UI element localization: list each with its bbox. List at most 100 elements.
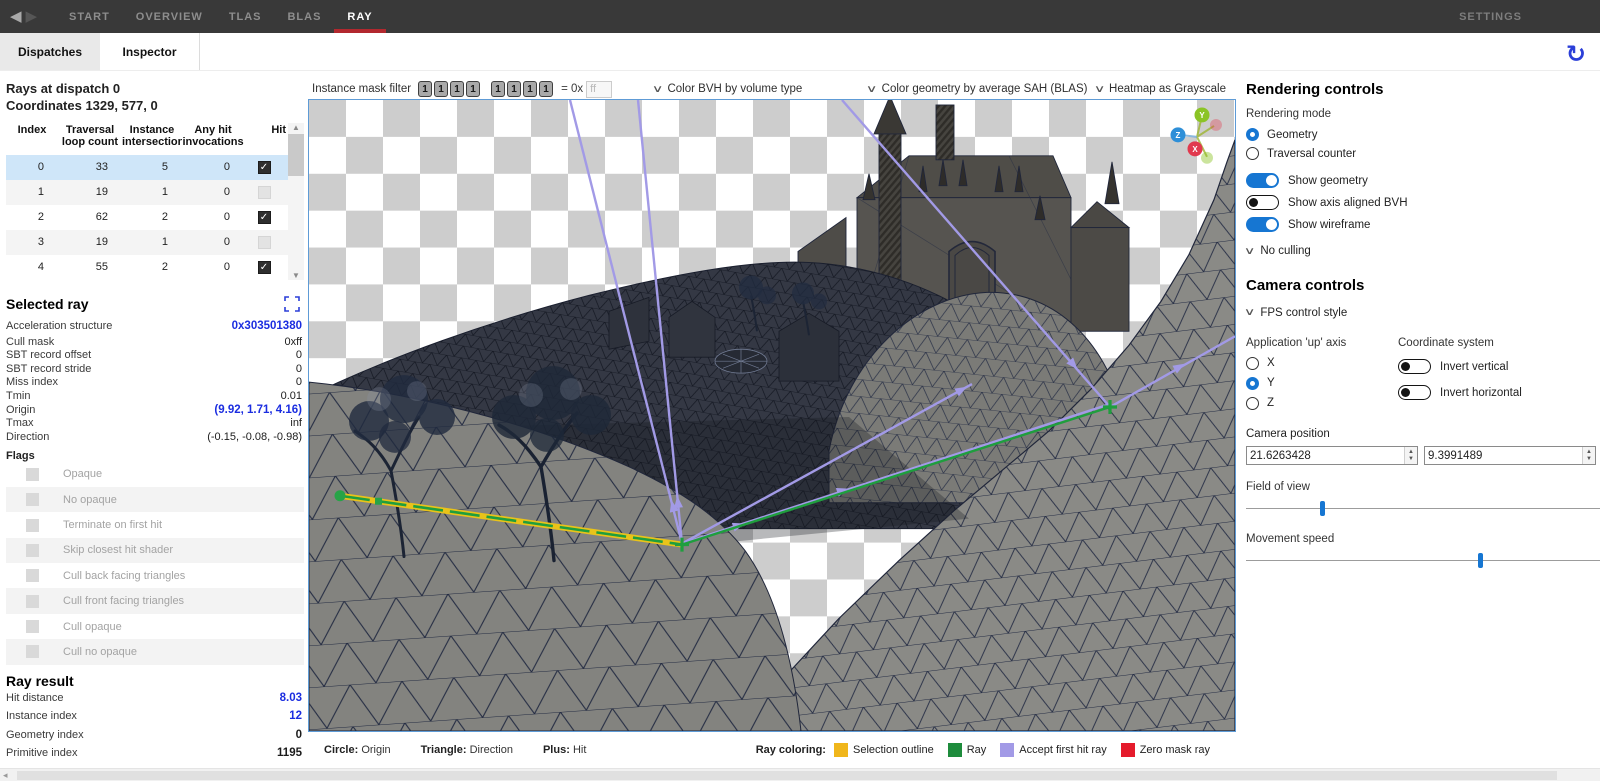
col-header-hit[interactable]: Hit xyxy=(244,123,288,155)
hit-checkbox[interactable]: ✓ xyxy=(258,161,271,174)
nav-item-tlas[interactable]: TLAS xyxy=(216,0,275,33)
scrollbar-thumb[interactable] xyxy=(288,134,304,176)
back-arrow-icon[interactable]: ◀ xyxy=(10,9,22,24)
toggle-invert-horizontal[interactable]: Invert horizontal xyxy=(1398,380,1600,405)
radio-icon[interactable] xyxy=(1246,128,1259,141)
horizontal-scrollbar-thumb[interactable] xyxy=(17,771,1557,780)
flag-row[interactable]: No opaque xyxy=(6,487,304,512)
stepper-arrows[interactable]: ▲▼ xyxy=(1582,447,1595,464)
toggle-switch[interactable] xyxy=(1246,173,1279,188)
toggle-show-geometry[interactable]: Show geometry xyxy=(1246,170,1600,191)
flag-checkbox[interactable] xyxy=(26,544,39,557)
dropdown-color-geometry[interactable]: ∨ Color geometry by average SAH (BLAS) xyxy=(868,83,1087,95)
tab-inspector[interactable]: Inspector xyxy=(100,33,200,70)
legend-triangle-marker: Triangle: Direction xyxy=(421,744,513,756)
mask-bit-button[interactable]: 1 xyxy=(523,81,537,97)
toggle-switch[interactable] xyxy=(1398,385,1431,400)
scroll-left-icon[interactable]: ◂ xyxy=(3,770,8,781)
legend-zero-mask: Zero mask ray xyxy=(1121,743,1210,757)
nav-item-ray[interactable]: RAY xyxy=(334,0,385,33)
movement-speed-slider[interactable] xyxy=(1246,553,1600,569)
col-header-intersections[interactable]: Instance intersections xyxy=(122,123,182,155)
flag-checkbox[interactable] xyxy=(26,468,39,481)
flag-checkbox[interactable] xyxy=(26,645,39,658)
movement-speed-label: Movement speed xyxy=(1246,533,1334,545)
dropdown-color-bvh[interactable]: ∨ Color BVH by volume type xyxy=(654,83,802,95)
radio-up-y[interactable]: Y xyxy=(1246,374,1398,392)
fov-slider[interactable] xyxy=(1246,501,1600,517)
ray-result-heading: Ray result xyxy=(6,673,304,689)
table-scrollbar[interactable]: ▲ ▼ xyxy=(288,123,304,280)
radio-geometry[interactable]: Geometry xyxy=(1246,125,1600,144)
mask-bit-button[interactable]: 1 xyxy=(491,81,505,97)
flags-heading: Flags xyxy=(6,450,304,462)
nav-item-overview[interactable]: OVERVIEW xyxy=(123,0,216,33)
flag-row[interactable]: Opaque xyxy=(6,462,304,487)
radio-icon[interactable] xyxy=(1246,397,1259,410)
mask-bit-button[interactable]: 1 xyxy=(507,81,521,97)
tab-dispatches[interactable]: Dispatches xyxy=(0,33,100,70)
flag-checkbox[interactable] xyxy=(26,519,39,532)
dropdown-heatmap[interactable]: ∨ Heatmap as Grayscale xyxy=(1096,83,1226,95)
camera-x-input[interactable] xyxy=(1247,447,1404,464)
camera-y-field[interactable]: ▲▼ xyxy=(1424,446,1596,465)
mask-bit-button[interactable]: 1 xyxy=(539,81,553,97)
col-header-anyhit[interactable]: Any hit invocations xyxy=(182,123,244,155)
toggle-switch[interactable] xyxy=(1246,217,1279,232)
viewport-3d-scene[interactable]: Y Z X xyxy=(308,99,1236,732)
rays-table: Index Traversal loop count Instance inte… xyxy=(6,123,304,280)
col-header-loop-count[interactable]: Traversal loop count xyxy=(58,123,122,155)
hit-checkbox[interactable]: ✓ xyxy=(258,261,271,274)
camera-y-input[interactable] xyxy=(1425,447,1582,464)
scroll-up-icon[interactable]: ▲ xyxy=(292,123,300,132)
stepper-arrows[interactable]: ▲▼ xyxy=(1404,447,1417,464)
radio-icon[interactable] xyxy=(1246,147,1259,160)
toggle-switch[interactable] xyxy=(1246,195,1279,210)
flag-checkbox[interactable] xyxy=(26,569,39,582)
mask-bit-button[interactable]: 1 xyxy=(434,81,448,97)
mask-bit-button[interactable]: 1 xyxy=(466,81,480,97)
movement-speed-slider-thumb[interactable] xyxy=(1478,553,1483,568)
flag-checkbox[interactable] xyxy=(26,493,39,506)
col-header-index[interactable]: Index xyxy=(6,123,58,155)
mask-bit-button[interactable]: 1 xyxy=(418,81,432,97)
flag-row[interactable]: Cull opaque xyxy=(6,614,304,639)
flag-row[interactable]: Skip closest hit shader xyxy=(6,538,304,563)
radio-icon[interactable] xyxy=(1246,357,1259,370)
radio-up-x[interactable]: X xyxy=(1246,354,1398,372)
scroll-down-icon[interactable]: ▼ xyxy=(292,271,300,280)
flag-checkbox[interactable] xyxy=(26,595,39,608)
toggle-switch[interactable] xyxy=(1398,359,1431,374)
flag-checkbox[interactable] xyxy=(26,620,39,633)
nav-item-blas[interactable]: BLAS xyxy=(275,0,335,33)
origin-value[interactable]: (9.92, 1.71, 4.16) xyxy=(214,404,302,416)
flag-row[interactable]: Cull back facing triangles xyxy=(6,563,304,588)
mask-hex-input[interactable] xyxy=(586,81,612,98)
tab-bar: Dispatches Inspector ↻ xyxy=(0,33,1600,71)
hit-checkbox[interactable]: ✓ xyxy=(258,211,271,224)
refresh-button[interactable]: ↻ xyxy=(1566,43,1586,67)
toggle-invert-vertical[interactable]: Invert vertical xyxy=(1398,354,1600,379)
mask-bit-button[interactable]: 1 xyxy=(450,81,464,97)
instance-index-value[interactable]: 12 xyxy=(289,710,302,722)
toggle-show-wireframe[interactable]: Show wireframe xyxy=(1246,214,1600,235)
forward-arrow-icon[interactable]: ▶ xyxy=(26,9,38,24)
horizontal-scrollbar[interactable]: ◂ xyxy=(0,768,1600,781)
nav-item-start[interactable]: START xyxy=(56,0,123,33)
dropdown-no-culling[interactable]: ∨ No culling xyxy=(1246,245,1600,257)
radio-up-z[interactable]: Z xyxy=(1246,394,1398,412)
flag-row[interactable]: Cull no opaque xyxy=(6,639,304,664)
hit-checkbox[interactable]: ✓ xyxy=(258,236,271,249)
focus-selection-icon[interactable] xyxy=(284,296,300,312)
flag-row[interactable]: Cull front facing triangles xyxy=(6,588,304,613)
hit-checkbox[interactable]: ✓ xyxy=(258,186,271,199)
radio-icon[interactable] xyxy=(1246,377,1259,390)
nav-item-settings[interactable]: SETTINGS xyxy=(1459,0,1522,33)
dropdown-fps-control-style[interactable]: ∨ FPS control style xyxy=(1246,307,1347,319)
camera-x-field[interactable]: ▲▼ xyxy=(1246,446,1418,465)
flag-row[interactable]: Terminate on first hit xyxy=(6,512,304,537)
toggle-show-axis-aligned-bvh[interactable]: Show axis aligned BVH xyxy=(1246,192,1600,213)
radio-traversal-counter[interactable]: Traversal counter xyxy=(1246,144,1600,163)
acceleration-structure-value[interactable]: 0x303501380 xyxy=(232,320,302,332)
fov-slider-thumb[interactable] xyxy=(1320,501,1325,516)
